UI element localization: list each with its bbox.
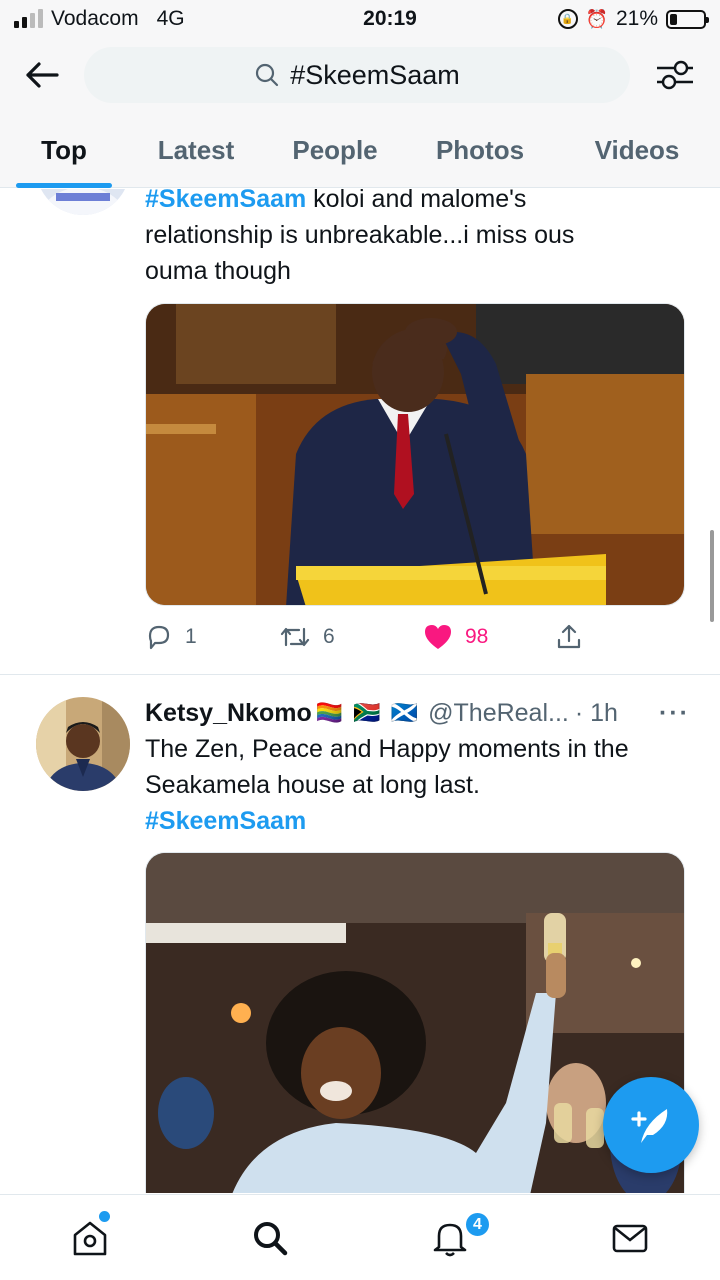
search-results-feed[interactable]: #SkeemSaam koloi and malome's relationsh… [0,189,720,1193]
carrier-label: Vodacom [51,7,139,30]
photo-podium-speaker [146,304,684,605]
alarm-icon: ⏰ [585,8,608,29]
battery-icon [666,9,709,29]
hashtag-link[interactable]: #SkeemSaam [145,189,306,213]
tab-people[interactable]: People [264,112,406,188]
status-bar: Vodacom 4G 20:19 🔒 ⏰ 21% [0,0,720,38]
tweet-time: · 1h [574,698,618,727]
tweet-text: #SkeemSaam koloi and malome's relationsh… [145,189,690,289]
share-button[interactable] [555,623,583,651]
search-filter-button[interactable] [630,38,720,112]
network-label: 4G [156,7,185,30]
compose-tweet-button[interactable] [603,1077,699,1173]
notification-badge: 4 [464,1211,491,1238]
clock: 20:19 [363,7,417,30]
retweet-button[interactable]: 6 [279,623,423,651]
tweet-text: The Zen, Peace and Happy moments in the … [145,735,629,835]
author-flags: 🏳️‍🌈 🇿🇦 🏴󠁧󠁢󠁳󠁣󠁴󠁿 [315,700,421,725]
author-handle[interactable]: @TheReal... [428,699,569,728]
search-icon [254,1221,288,1255]
nav-home[interactable] [0,1195,180,1280]
tab-latest[interactable]: Latest [128,112,264,188]
retweet-icon [280,627,310,647]
hashtag-link[interactable]: #SkeemSaam [145,807,306,835]
reply-icon [148,625,170,650]
search-header: #SkeemSaam [0,38,720,112]
sliders-icon [657,60,693,90]
tab-photos[interactable]: Photos [406,112,554,188]
tweet-actions: 1 6 98 [145,617,595,657]
signal-icon [14,9,43,28]
search-icon [256,63,279,87]
share-icon [557,624,581,649]
search-tabs: Top Latest People Photos Videos [0,112,720,188]
tweet-photo[interactable] [145,852,685,1193]
nav-search[interactable] [180,1195,360,1280]
retweet-count: 6 [323,625,335,648]
search-query: #SkeemSaam [290,59,460,90]
like-button[interactable]: 98 [423,623,555,651]
more-options-button[interactable]: ··· [659,699,690,728]
new-content-dot [99,1211,110,1222]
compose-feather-icon [631,1109,668,1143]
nav-notifications[interactable]: 4 [360,1195,540,1280]
avatar[interactable] [36,697,130,791]
home-icon [73,1221,107,1255]
nav-messages[interactable] [540,1195,720,1280]
like-count: 98 [465,625,489,648]
back-button[interactable] [0,38,84,112]
tab-top[interactable]: Top [0,112,128,188]
reply-count: 1 [185,625,197,648]
reply-button[interactable]: 1 [145,623,279,651]
battery-percent: 21% [615,7,658,30]
search-input[interactable]: #SkeemSaam [84,47,630,103]
tweet-photo[interactable] [145,303,685,606]
scrollbar[interactable] [710,530,714,622]
photo-celebration [146,853,684,1193]
arrow-left-icon [26,62,59,88]
tweet-header: Ketsy_Nkomo 🏳️‍🌈 🇿🇦 🏴󠁧󠁢󠁳󠁣󠁴󠁿 @TheReal... … [145,695,690,731]
author-name[interactable]: Ketsy_Nkomo [145,699,312,728]
bottom-navigation: 4 [0,1194,720,1280]
mail-icon [612,1224,648,1252]
avatar[interactable] [36,189,130,215]
orientation-lock-icon: 🔒 [557,9,578,29]
tweet-divider [0,674,720,675]
heart-filled-icon [425,625,451,649]
tab-videos[interactable]: Videos [554,112,720,188]
